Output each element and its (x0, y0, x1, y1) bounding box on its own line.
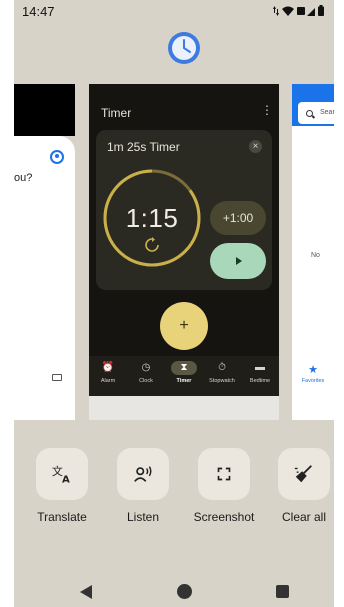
wifi-icon (282, 6, 294, 19)
card-left-body: ou? (14, 136, 75, 420)
nav-stopwatch: ⏱ Stopwatch (203, 356, 241, 396)
alarm-icon: ⏰ (101, 362, 115, 373)
search-icon (306, 110, 313, 117)
screenshot-button[interactable] (198, 448, 250, 500)
timer-card-footer (89, 396, 279, 420)
status-icons (273, 5, 324, 19)
home-icon[interactable] (177, 584, 192, 599)
nav-clock: ◷ Clock (127, 356, 165, 396)
listen-button[interactable] (117, 448, 169, 500)
translate-label: Translate (37, 510, 87, 524)
status-time: 14:47 (22, 4, 55, 19)
listen-icon (134, 466, 152, 482)
nav-alarm: ⏰ Alarm (89, 356, 127, 396)
system-nav-bar (14, 577, 334, 607)
nav-timer-label: Timer (176, 378, 192, 384)
reset-icon (145, 237, 159, 252)
svg-text:A: A (62, 474, 70, 485)
recent-app-card-right[interactable]: Sear No ★ Favorites (292, 84, 334, 420)
timer-panel: 1m 25s Timer × 1:15 +1:00 (96, 130, 272, 290)
timer-time: 1:15 (125, 203, 179, 233)
battery-icon (318, 5, 324, 19)
nav-bedtime-label: Bedtime (249, 378, 271, 384)
nav-clock-label: Clock (139, 378, 153, 384)
favorites-tab: ★ Favorites (292, 364, 334, 384)
translate-icon: 文A (52, 464, 70, 485)
hourglass-icon: ⧗ (171, 361, 197, 375)
translate-action[interactable]: 文A Translate (24, 448, 100, 524)
recent-app-card-left[interactable]: ou? (14, 84, 75, 420)
recents-actions: 文A Translate Listen Screenshot Clear all (14, 448, 334, 528)
listen-action[interactable]: Listen (105, 448, 181, 524)
account-icon (50, 150, 64, 164)
recent-app-card-timer[interactable]: Timer ⋮ 1m 25s Timer × 1:15 +1:00 + ⏰ Al… (89, 84, 279, 420)
search-field: Sear (298, 102, 334, 124)
status-bar: 14:47 (14, 0, 334, 24)
card-left-text: ou? (14, 172, 33, 184)
screenshot-action[interactable]: Screenshot (186, 448, 262, 524)
add-timer-fab: + (160, 302, 208, 350)
clear-all-action[interactable]: Clear all (266, 448, 334, 524)
star-icon: ★ (308, 364, 318, 376)
card-right-text: No (311, 252, 320, 259)
clear-all-icon (294, 465, 312, 483)
recents-screen: 14:47 ou? Timer ⋮ 1m 25s Timer × 1:15 +1… (14, 0, 334, 607)
clock-app-icon[interactable] (168, 32, 200, 64)
screenshot-label: Screenshot (193, 510, 255, 524)
nav-stopwatch-label: Stopwatch (209, 378, 235, 384)
timer-panel-title: 1m 25s Timer (107, 140, 180, 154)
listen-label: Listen (126, 510, 160, 524)
favorites-label: Favorites (301, 378, 325, 384)
nav-bedtime: ▬ Bedtime (241, 356, 279, 396)
play-icon (236, 257, 242, 265)
timer-bottom-nav: ⏰ Alarm ◷ Clock ⧗ Timer ⏱ Stopwatch ▬ Be… (89, 356, 279, 396)
data-arrows-icon (273, 5, 279, 19)
keyboard-icon (52, 374, 62, 381)
bed-icon: ▬ (255, 362, 265, 373)
recents-icon[interactable] (276, 585, 289, 598)
play-button (210, 243, 266, 279)
screenshot-icon (217, 467, 231, 481)
clock-icon: ◷ (141, 362, 151, 373)
timer-title: Timer (101, 106, 132, 120)
more-vert-icon: ⋮ (261, 103, 273, 117)
card-left-header (14, 84, 75, 136)
nav-timer: ⧗ Timer (165, 356, 203, 396)
add-minute-button: +1:00 (210, 201, 266, 235)
nav-alarm-label: Alarm (100, 378, 116, 384)
translate-button[interactable]: 文A (36, 448, 88, 500)
clear-all-button[interactable] (278, 448, 330, 500)
signal-icon (297, 6, 315, 19)
stopwatch-icon: ⏱ (218, 362, 226, 373)
clear-all-label: Clear all (281, 510, 326, 524)
back-icon[interactable] (80, 585, 92, 599)
close-icon: × (249, 140, 262, 153)
